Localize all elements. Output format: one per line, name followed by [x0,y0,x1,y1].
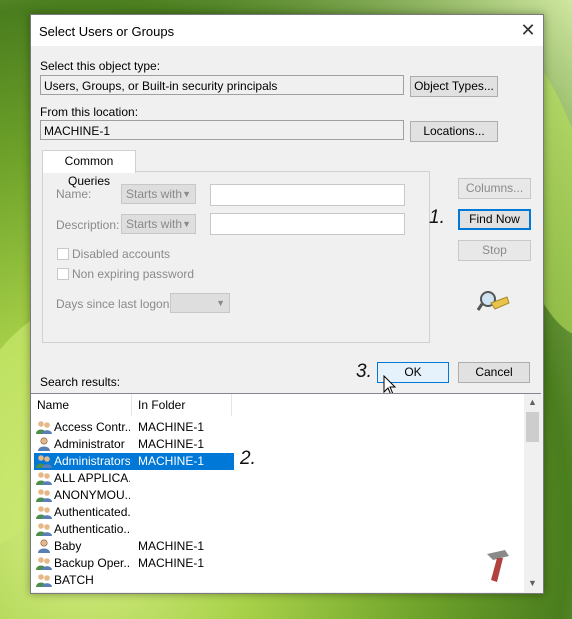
group-icon [36,556,52,571]
group-icon [36,420,52,435]
location-label: From this location: [40,105,139,119]
vertical-scrollbar[interactable]: ▲ ▼ [524,394,541,592]
search-results-label: Search results: [40,375,121,389]
annotation-2: 2. [240,448,256,469]
name-condition-value: Starts with [126,187,183,201]
description-input[interactable] [210,213,405,235]
user-icon [36,437,52,452]
chevron-down-icon: ▼ [182,189,191,199]
result-folder: MACHINE-1 [138,437,205,451]
chevron-down-icon: ▼ [216,298,225,308]
object-type-label: Select this object type: [40,59,161,73]
description-condition-select[interactable]: Starts with ▼ [121,214,196,234]
result-folder: MACHINE-1 [138,454,205,468]
result-folder: MACHINE-1 [138,420,205,434]
scroll-down-icon[interactable]: ▼ [524,575,541,592]
find-now-button[interactable]: Find Now [458,209,531,230]
list-item[interactable]: Baby MACHINE-1 [34,538,234,555]
chevron-down-icon: ▼ [182,219,191,229]
group-icon [36,454,52,469]
disabled-accounts-checkbox[interactable] [57,248,69,260]
search-results-list[interactable]: Name In Folder Access Contr... MACHINE-1 A… [31,393,541,592]
group-icon [36,505,52,520]
annotation-3: 3. [356,361,372,382]
dialog-title: Select Users or Groups [39,24,175,39]
list-item[interactable]: Access Contr... MACHINE-1 [34,419,234,436]
stop-button[interactable]: Stop [458,240,531,261]
user-icon [36,539,52,554]
object-type-field: Users, Groups, or Built-in security prin… [40,75,404,95]
result-name: Backup Oper... [54,556,130,570]
close-icon[interactable]: ✕ [513,15,543,46]
result-name: Administrators [54,454,130,468]
hammer-logo-icon [487,550,509,582]
scroll-up-icon[interactable]: ▲ [524,394,541,411]
columns-button[interactable]: Columns... [458,178,531,199]
name-condition-select[interactable]: Starts with ▼ [121,184,196,204]
days-since-logon-select[interactable]: ▼ [170,293,230,313]
cancel-button[interactable]: Cancel [458,362,530,383]
list-item[interactable]: Authenticatio... [34,521,234,538]
result-name: Authenticated... [54,505,130,519]
list-item[interactable]: Authenticated... [34,504,234,521]
non-expiring-password-checkbox[interactable] [57,268,69,280]
result-name: Authenticatio... [54,522,130,536]
group-icon [36,573,52,588]
disabled-accounts-label: Disabled accounts [72,247,171,261]
name-input[interactable] [210,184,405,206]
group-icon [36,488,52,503]
group-icon [36,471,52,486]
search-magnifier-icon [477,291,510,311]
scrollbar-thumb[interactable] [526,412,539,442]
result-name: Baby [54,539,82,553]
list-item[interactable]: BATCH [34,572,234,589]
list-item[interactable]: ALL APPLICA... [34,470,234,487]
days-since-logon-label: Days since last logon: [56,297,173,311]
title-bar: Select Users or Groups ✕ [31,15,543,46]
description-label: Description: [56,218,120,232]
result-folder: MACHINE-1 [138,539,205,553]
select-users-dialog: Select Users or Groups ✕ Select this obj… [30,14,544,594]
result-name: ALL APPLICA... [54,471,130,485]
annotation-1: 1. [429,207,445,228]
object-types-button[interactable]: Object Types... [410,76,498,97]
result-name: Access Contr... [54,420,130,434]
locations-button[interactable]: Locations... [410,121,498,142]
result-name: Administrator [54,437,125,451]
description-condition-value: Starts with [126,217,183,231]
location-field: MACHINE-1 [40,120,404,140]
column-header-in-folder[interactable]: In Folder [132,394,232,416]
non-expiring-password-label: Non expiring password [72,267,195,281]
result-folder: MACHINE-1 [138,556,205,570]
list-item[interactable]: Administrators MACHINE-1 [34,453,234,470]
list-item[interactable]: Backup Oper... MACHINE-1 [34,555,234,572]
column-header-name[interactable]: Name [31,394,132,416]
list-item[interactable]: Administrator MACHINE-1 [34,436,234,453]
result-name: BATCH [54,573,94,587]
group-icon [36,522,52,537]
list-item[interactable]: ANONYMOU... [34,487,234,504]
result-name: ANONYMOU... [54,488,130,502]
tab-common-queries[interactable]: Common Queries [42,150,136,188]
